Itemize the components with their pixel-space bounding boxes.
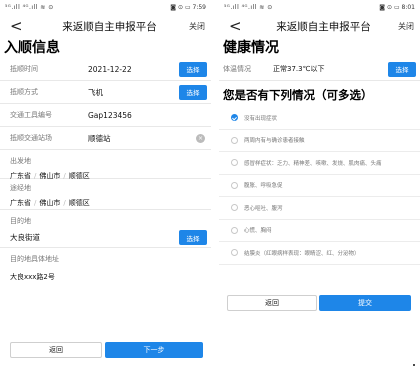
transit-block: 途经地 广东省 / 佛山市 / 顺德区 [0,179,211,210]
unchecked-circle-icon[interactable] [231,204,238,212]
temperature-row: 体温情况 正常37.3℃以下 选择 [219,58,420,81]
destination-label: 目的地 [10,217,31,225]
arrival-mode-label: 抵顺方式 [10,88,38,96]
signal-icons: ⁵ᴳ.ıll ⁴ᴳ.ıll ≋ ⊙ [224,4,273,11]
status-bar: ⁵ᴳ.ıll ⁴ᴳ.ıll ≋ ⊙ ◙ ⊙ ▭ 8:01 [219,0,420,15]
temperature-label: 体温情况 [223,65,251,73]
destination-select-button[interactable]: 选择 [179,230,207,245]
unchecked-circle-icon[interactable] [231,181,238,189]
health-status-screen: ⁵ᴳ.ıll ⁴ᴳ.ıll ≋ ⊙ ◙ ⊙ ▭ 8:01 < 来返顺自主申报平台… [219,0,420,371]
transit-picker[interactable]: 广东省 / 佛山市 / 顺德区 [10,198,207,210]
submit-button[interactable]: 提交 [319,295,411,311]
arrival-station-input[interactable]: 顺德站 [88,133,196,144]
symptom-option[interactable]: 两周内有与确诊患者接触 [219,130,420,152]
transit-district: 顺德区 [68,199,90,207]
back-button[interactable]: 返回 [10,342,102,358]
arrival-mode-value[interactable]: 飞机 [88,87,179,98]
symptom-option-label: 没有出现症状 [244,115,278,122]
nav-title: 来返顺自主申报平台 [276,20,371,33]
arrival-time-label: 抵顺时间 [10,65,38,73]
unchecked-circle-icon[interactable] [231,226,238,234]
unchecked-circle-icon[interactable] [231,136,238,144]
symptom-option[interactable]: 心慌、胸闷 [219,220,420,242]
transit-label: 途经地 [10,184,31,192]
separator: / [63,199,66,207]
symptom-option[interactable]: 腹胀、呼吸急促 [219,175,420,197]
arrival-time-row: 抵顺时间 2021-12-22 选择 [0,58,211,81]
nav-bar: < 来返顺自主申报平台 关闭 [219,15,420,37]
vehicle-number-label: 交通工具编号 [10,111,52,119]
destination-value[interactable]: 大良街道 [10,232,179,243]
separator: / [34,172,37,180]
bottom-actions: 返回 下一步 [10,342,203,358]
symptom-option-label: 恶心呕吐、腹泻 [244,205,283,212]
back-arrow-icon[interactable]: < [10,17,30,35]
origin-block: 出发地 广东省 / 佛山市 / 顺德区 [0,150,211,180]
symptom-option[interactable]: 感冒样症状：乏力、精神差、咳嗽、发烧、肌肉痛、头痛 [219,152,420,175]
checked-circle-icon[interactable] [231,114,238,122]
nav-title: 来返顺自主申报平台 [62,20,157,33]
origin-province: 广东省 [10,172,31,180]
vehicle-number-row: 交通工具编号 Gap123456 [0,104,211,127]
symptom-option[interactable]: 恶心呕吐、腹泻 [219,197,420,220]
status-right: ◙ ⊙ ▭ 7:59 [170,4,206,11]
arrival-station-row: 抵顺交通站场 顺德站 × [0,127,211,150]
origin-label: 出发地 [10,157,31,165]
symptom-option[interactable]: 结膜炎（红眼病样表现：眼睛涩、红、分泌物） [219,242,420,265]
unchecked-circle-icon[interactable] [231,159,238,167]
back-arrow-icon[interactable]: < [229,17,249,35]
page-title: 健康情况 [223,40,279,56]
dest-address-block: 目的地具体地址 大良xxx路2号 [0,248,211,288]
transit-province: 广东省 [10,199,31,207]
nav-bar: < 来返顺自主申报平台 关闭 [0,15,211,37]
arrival-station-label: 抵顺交通站场 [10,134,52,142]
origin-district: 顺德区 [68,172,90,180]
arrival-mode-row: 抵顺方式 飞机 选择 [0,81,211,104]
page-title: 入顺信息 [4,40,60,56]
symptom-option-label: 感冒样症状：乏力、精神差、咳嗽、发烧、肌肉痛、头痛 [244,160,382,167]
arrival-time-select-button[interactable]: 选择 [179,61,207,77]
separator: / [63,172,66,180]
symptom-option[interactable]: 没有出现症状 [219,107,420,130]
symptom-option-label: 两周内有与确诊患者接触 [244,138,305,145]
symptom-question: 您是否有下列情况（可多选） [223,88,373,102]
entry-info-screen: ⁵ᴳ.ıll ⁴ᴳ.ıll ≋ ⊙ ◙ ⊙ ▭ 7:59 < 来返顺自主申报平台… [0,0,211,371]
dest-address-input[interactable]: 大良xxx路2号 [10,272,207,284]
symptom-option-label: 腹胀、呼吸急促 [244,183,283,190]
status-right: ◙ ⊙ ▭ 8:01 [379,4,415,11]
bottom-actions: 返回 提交 [227,295,411,311]
vehicle-number-input[interactable]: Gap123456 [88,111,207,120]
origin-city: 佛山市 [39,172,61,180]
symptom-option-label: 结膜炎（红眼病样表现：眼睛涩、红、分泌物） [244,250,360,257]
clear-icon[interactable]: × [196,133,205,143]
signal-icons: ⁵ᴳ.ıll ⁴ᴳ.ıll ≋ ⊙ [5,4,54,11]
destination-block: 目的地 大良街道 选择 [0,210,211,248]
back-button[interactable]: 返回 [227,295,317,311]
decorative-dot [413,364,415,366]
close-button[interactable]: 关闭 [189,21,205,32]
temperature-value[interactable]: 正常37.3℃以下 [273,64,388,74]
dest-address-label: 目的地具体地址 [10,255,59,263]
separator: / [34,199,37,207]
arrival-mode-select-button[interactable]: 选择 [179,84,207,100]
status-bar: ⁵ᴳ.ıll ⁴ᴳ.ıll ≋ ⊙ ◙ ⊙ ▭ 7:59 [0,0,211,15]
symptom-option-label: 心慌、胸闷 [244,228,272,235]
temperature-select-button[interactable]: 选择 [388,61,416,77]
unchecked-circle-icon[interactable] [231,249,238,257]
symptom-options: 没有出现症状两周内有与确诊患者接触感冒样症状：乏力、精神差、咳嗽、发烧、肌肉痛、… [219,107,420,265]
next-step-button[interactable]: 下一步 [105,342,203,358]
arrival-time-value[interactable]: 2021-12-22 [88,65,179,74]
close-button[interactable]: 关闭 [398,21,414,32]
transit-city: 佛山市 [39,199,61,207]
